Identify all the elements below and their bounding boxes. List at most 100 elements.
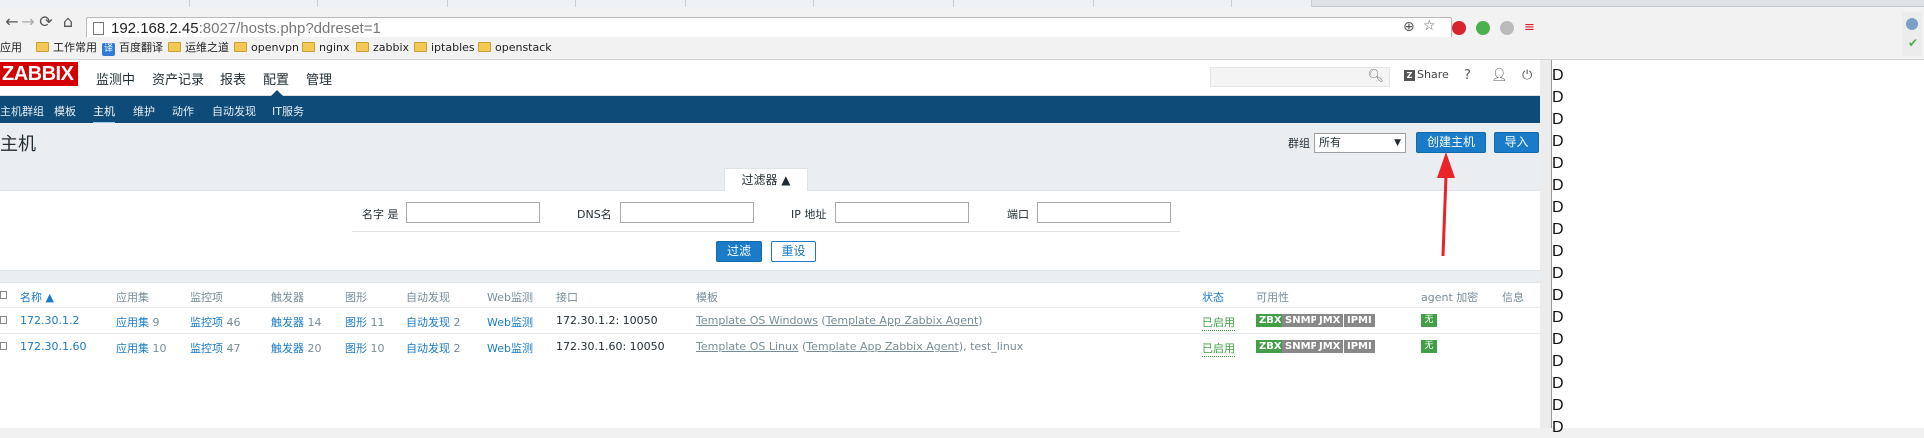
filter-dns-input[interactable] — [620, 202, 754, 223]
menu-icon[interactable]: ≡ — [1524, 20, 1535, 35]
bookmark-item[interactable]: nginx — [302, 41, 350, 55]
bookmark-item[interactable]: 译百度翻译 — [102, 41, 163, 56]
browser-tab[interactable] — [814, 0, 954, 7]
interface-value: 172.30.1.2: 10050 — [556, 314, 658, 327]
col-info: 信息 — [1502, 291, 1524, 304]
browser-tab[interactable] — [1232, 0, 1312, 7]
select-all-checkbox[interactable] — [0, 291, 7, 299]
sub-maintenance[interactable]: 维护 — [133, 103, 155, 119]
filter-port-input[interactable] — [1037, 202, 1171, 223]
browser-tab[interactable] — [1094, 0, 1232, 7]
web-link[interactable]: Web监测 — [487, 340, 533, 356]
host-name-link[interactable]: 172.30.1.60 — [20, 340, 86, 353]
sub-actions[interactable]: 动作 — [172, 103, 194, 119]
availability-zbx: ZBX — [1256, 340, 1285, 353]
sub-templates[interactable]: 模板 — [54, 103, 76, 119]
side-letter: D — [1552, 177, 1564, 194]
row-checkbox[interactable] — [0, 316, 7, 324]
sub-hosts[interactable]: 主机 — [93, 103, 115, 124]
browser-tab[interactable] — [448, 0, 576, 7]
sub-host-groups[interactable]: 主机群组 — [0, 103, 44, 119]
menu-reports[interactable]: 报表 — [220, 69, 246, 88]
bookmark-item[interactable]: iptables — [414, 41, 475, 55]
graphs-link[interactable]: 图形 11 — [345, 314, 385, 330]
user-profile-icon[interactable]: 👤︎ — [1491, 68, 1508, 83]
extension-green-icon[interactable] — [1476, 21, 1490, 35]
template-link[interactable]: Template App Zabbix Agent — [826, 314, 979, 327]
filter-dns-label: DNS名 — [577, 208, 612, 221]
home-icon[interactable]: ⌂ — [58, 12, 78, 32]
template-link[interactable]: Template App Zabbix Agent — [806, 340, 959, 353]
side-letter: D — [1552, 265, 1564, 282]
filter-name-input[interactable] — [406, 202, 540, 223]
col-items: 监控项 — [190, 291, 223, 304]
triggers-link[interactable]: 触发器 20 — [271, 340, 322, 356]
help-icon[interactable]: ? — [1464, 68, 1471, 83]
col-status[interactable]: 状态 — [1202, 289, 1224, 305]
import-button[interactable]: 导入 — [1494, 132, 1539, 153]
availability-jmx: JMX — [1316, 340, 1344, 353]
discovery-link[interactable]: 自动发现 2 — [406, 314, 461, 330]
bookmark-item[interactable]: 工作常用 — [36, 41, 97, 55]
applications-link[interactable]: 应用集 10 — [116, 340, 167, 356]
group-select[interactable]: 所有 ▼ — [1314, 133, 1406, 153]
browser-tab[interactable] — [0, 0, 190, 7]
row-checkbox[interactable] — [0, 342, 7, 350]
browser-tab[interactable] — [954, 0, 1094, 7]
reload-icon[interactable]: ⟳ — [36, 12, 56, 32]
browser-tab[interactable] — [318, 0, 448, 7]
share-link[interactable]: Z Share — [1404, 68, 1449, 81]
triggers-link[interactable]: 触发器 14 — [271, 314, 322, 330]
zoom-icon[interactable]: ⊕ — [1403, 19, 1415, 35]
forward-arrow-icon[interactable]: → — [18, 12, 38, 32]
filter-apply-button[interactable]: 过滤 — [716, 241, 762, 262]
menu-inventory[interactable]: 资产记录 — [152, 69, 204, 88]
filter-tab[interactable]: 过滤器 ▲ — [724, 168, 808, 191]
template-link[interactable]: Template OS Linux — [696, 340, 798, 353]
extension-grey-icon[interactable] — [1500, 21, 1514, 35]
items-link[interactable]: 监控项 47 — [190, 340, 241, 356]
items-link[interactable]: 监控项 46 — [190, 314, 241, 330]
side-letter: D — [1552, 221, 1564, 238]
template-link[interactable]: Template OS Windows — [696, 314, 818, 327]
create-host-button[interactable]: 创建主机 — [1416, 132, 1486, 153]
web-link[interactable]: Web监测 — [487, 314, 533, 330]
global-search-input[interactable]: 🔍︎ — [1210, 67, 1390, 87]
side-letter: D — [1552, 155, 1564, 172]
opera-extension-icon[interactable] — [1452, 21, 1466, 35]
col-availability: 可用性 — [1256, 291, 1289, 304]
status-enabled[interactable]: 已启用 — [1202, 340, 1235, 357]
menu-administration[interactable]: 管理 — [306, 69, 332, 88]
host-name-link[interactable]: 172.30.1.2 — [20, 314, 79, 327]
bookmark-item[interactable]: openvpn — [234, 41, 299, 55]
graphs-link[interactable]: 图形 10 — [345, 340, 385, 356]
filter-ip-input[interactable] — [835, 202, 969, 223]
bookmark-item[interactable]: 运维之道 — [168, 41, 229, 55]
discovery-link[interactable]: 自动发现 2 — [406, 340, 461, 356]
side-letter: D — [1552, 243, 1564, 260]
applications-link[interactable]: 应用集 9 — [116, 314, 160, 330]
search-icon[interactable]: 🔍︎ — [1367, 69, 1384, 84]
col-name[interactable]: 名称 ▲ — [20, 289, 54, 305]
bookmark-item[interactable]: zabbix — [356, 41, 409, 55]
col-triggers: 触发器 — [271, 291, 304, 304]
filter-ip-label: IP 地址 — [791, 208, 827, 221]
browser-tab[interactable] — [190, 0, 318, 7]
side-tool-icon[interactable] — [1906, 18, 1918, 30]
filter-reset-button[interactable]: 重设 — [771, 241, 816, 262]
menu-monitoring[interactable]: 监测中 — [96, 69, 135, 88]
col-applications: 应用集 — [116, 291, 149, 304]
menu-configuration[interactable]: 配置 — [263, 69, 289, 88]
nav-row: ← → ⟳ ⌂ 192.168.2.45:8027/hosts.php?ddre… — [0, 7, 1924, 40]
sub-it-services[interactable]: IT服务 — [272, 103, 304, 119]
bookmark-star-icon[interactable]: ☆ — [1423, 18, 1436, 34]
sign-out-icon[interactable]: ⏻ — [1522, 68, 1532, 83]
status-enabled[interactable]: 已启用 — [1202, 314, 1235, 331]
bookmark-item[interactable]: 应用 — [0, 41, 22, 55]
bookmark-item[interactable]: openstack — [478, 41, 552, 55]
browser-tab[interactable] — [576, 0, 686, 7]
browser-tab[interactable] — [686, 0, 814, 7]
sub-discovery[interactable]: 自动发现 — [212, 103, 256, 119]
col-templates: 模板 — [696, 291, 718, 304]
zabbix-logo[interactable]: ZABBIX — [0, 62, 78, 86]
